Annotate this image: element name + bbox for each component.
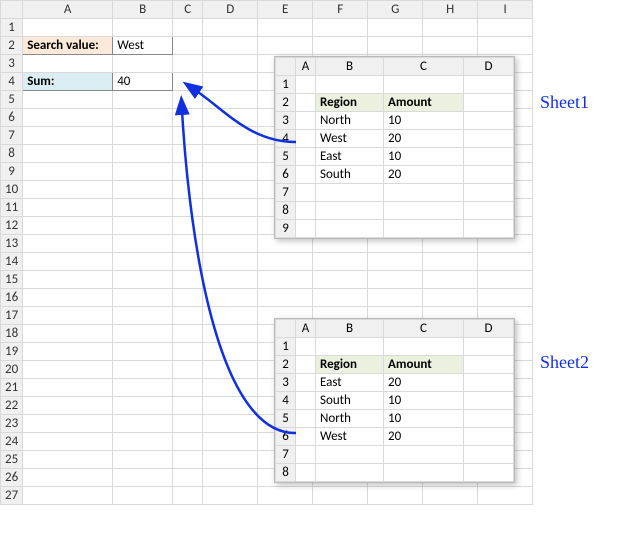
row-header[interactable]: 23 [1, 415, 23, 433]
data-cell[interactable]: South [316, 166, 384, 184]
row-header[interactable]: 5 [1, 91, 23, 109]
sum-label-cell[interactable]: Sum: [23, 73, 113, 91]
col-header[interactable]: F [313, 1, 368, 19]
region-header[interactable]: Region [316, 356, 384, 374]
col-header[interactable]: C [384, 58, 464, 76]
row-header[interactable]: 5 [276, 410, 296, 428]
row-header[interactable]: 3 [1, 55, 23, 73]
row-header[interactable]: 21 [1, 379, 23, 397]
row-header[interactable]: 16 [1, 289, 23, 307]
row-header[interactable]: 7 [1, 127, 23, 145]
col-header[interactable]: B [316, 58, 384, 76]
sheet1-panel[interactable]: ABCD 1 2 RegionAmount 3 North10 4 West20 5 E… [274, 56, 515, 239]
data-cell[interactable]: South [316, 392, 384, 410]
corner-cell[interactable] [1, 1, 23, 19]
data-cell[interactable]: 10 [384, 410, 464, 428]
col-header[interactable]: C [384, 320, 464, 338]
row-header[interactable]: 1 [276, 76, 296, 94]
row-header[interactable]: 7 [276, 184, 296, 202]
amount-header[interactable]: Amount [384, 94, 464, 112]
row-header[interactable]: 13 [1, 235, 23, 253]
sheet1-grid[interactable]: ABCD 1 2 RegionAmount 3 North10 4 West20 5 E… [275, 57, 514, 238]
row-header[interactable]: 22 [1, 397, 23, 415]
row-header[interactable]: 10 [1, 181, 23, 199]
row-header[interactable]: 2 [276, 356, 296, 374]
row-header[interactable]: 6 [1, 109, 23, 127]
row-header[interactable]: 19 [1, 343, 23, 361]
search-value-cell[interactable]: West [113, 37, 173, 55]
row-header[interactable]: 20 [1, 361, 23, 379]
col-header[interactable]: B [316, 320, 384, 338]
sum-value-cell[interactable]: 40 [113, 73, 173, 91]
row-header[interactable]: 15 [1, 271, 23, 289]
data-cell[interactable]: East [316, 374, 384, 392]
row-header[interactable]: 3 [276, 374, 296, 392]
row-header[interactable]: 4 [276, 130, 296, 148]
col-header[interactable]: D [464, 320, 514, 338]
col-header[interactable]: A [296, 58, 316, 76]
row-header[interactable]: 7 [276, 446, 296, 464]
amount-header[interactable]: Amount [384, 356, 464, 374]
row-header[interactable]: 4 [276, 392, 296, 410]
sheet1-label: Sheet1 [540, 92, 589, 113]
row-header[interactable]: 25 [1, 451, 23, 469]
row-header[interactable]: 2 [276, 94, 296, 112]
row-header[interactable]: 1 [276, 338, 296, 356]
row-header[interactable]: 6 [276, 166, 296, 184]
row-header[interactable]: 18 [1, 325, 23, 343]
data-cell[interactable]: 10 [384, 148, 464, 166]
data-cell[interactable]: West [316, 130, 384, 148]
row-header[interactable]: 9 [276, 220, 296, 238]
row-header[interactable]: 8 [276, 464, 296, 482]
row-header[interactable]: 24 [1, 433, 23, 451]
col-header[interactable]: A [296, 320, 316, 338]
data-cell[interactable]: 20 [384, 130, 464, 148]
row-header[interactable]: 4 [1, 73, 23, 91]
region-header[interactable]: Region [316, 94, 384, 112]
col-header[interactable]: D [464, 58, 514, 76]
col-header[interactable]: C [173, 1, 203, 19]
data-cell[interactable]: 20 [384, 428, 464, 446]
data-cell[interactable]: 10 [384, 112, 464, 130]
row-header[interactable]: 6 [276, 428, 296, 446]
col-header[interactable]: B [113, 1, 173, 19]
row-header[interactable]: 27 [1, 487, 23, 505]
row-header[interactable]: 1 [1, 19, 23, 37]
row-header[interactable]: 9 [1, 163, 23, 181]
col-header[interactable]: H [423, 1, 478, 19]
row-header[interactable]: 8 [1, 145, 23, 163]
data-cell[interactable]: West [316, 428, 384, 446]
col-header[interactable]: A [23, 1, 113, 19]
row-header[interactable]: 17 [1, 307, 23, 325]
sheet2-panel[interactable]: ABCD 1 2RegionAmount 3East20 4South10 5N… [274, 318, 515, 483]
col-header-row: A B C D E F G H I [1, 1, 533, 19]
data-cell[interactable]: 20 [384, 374, 464, 392]
row-header[interactable]: 2 [1, 37, 23, 55]
row-header[interactable]: 8 [276, 202, 296, 220]
col-header[interactable]: I [478, 1, 533, 19]
row-header[interactable]: 14 [1, 253, 23, 271]
data-cell[interactable]: East [316, 148, 384, 166]
row-header[interactable]: 3 [276, 112, 296, 130]
sheet2-label: Sheet2 [540, 352, 589, 373]
col-header[interactable]: E [258, 1, 313, 19]
row-header[interactable]: 12 [1, 217, 23, 235]
search-label-cell[interactable]: Search value: [23, 37, 113, 55]
row-header[interactable]: 11 [1, 199, 23, 217]
sheet2-grid[interactable]: ABCD 1 2RegionAmount 3East20 4South10 5N… [275, 319, 514, 482]
data-cell[interactable]: North [316, 112, 384, 130]
row-header[interactable]: 26 [1, 469, 23, 487]
row-header[interactable]: 5 [276, 148, 296, 166]
col-header[interactable]: D [203, 1, 258, 19]
data-cell[interactable]: North [316, 410, 384, 428]
data-cell[interactable]: 20 [384, 166, 464, 184]
col-header[interactable]: G [368, 1, 423, 19]
data-cell[interactable]: 10 [384, 392, 464, 410]
